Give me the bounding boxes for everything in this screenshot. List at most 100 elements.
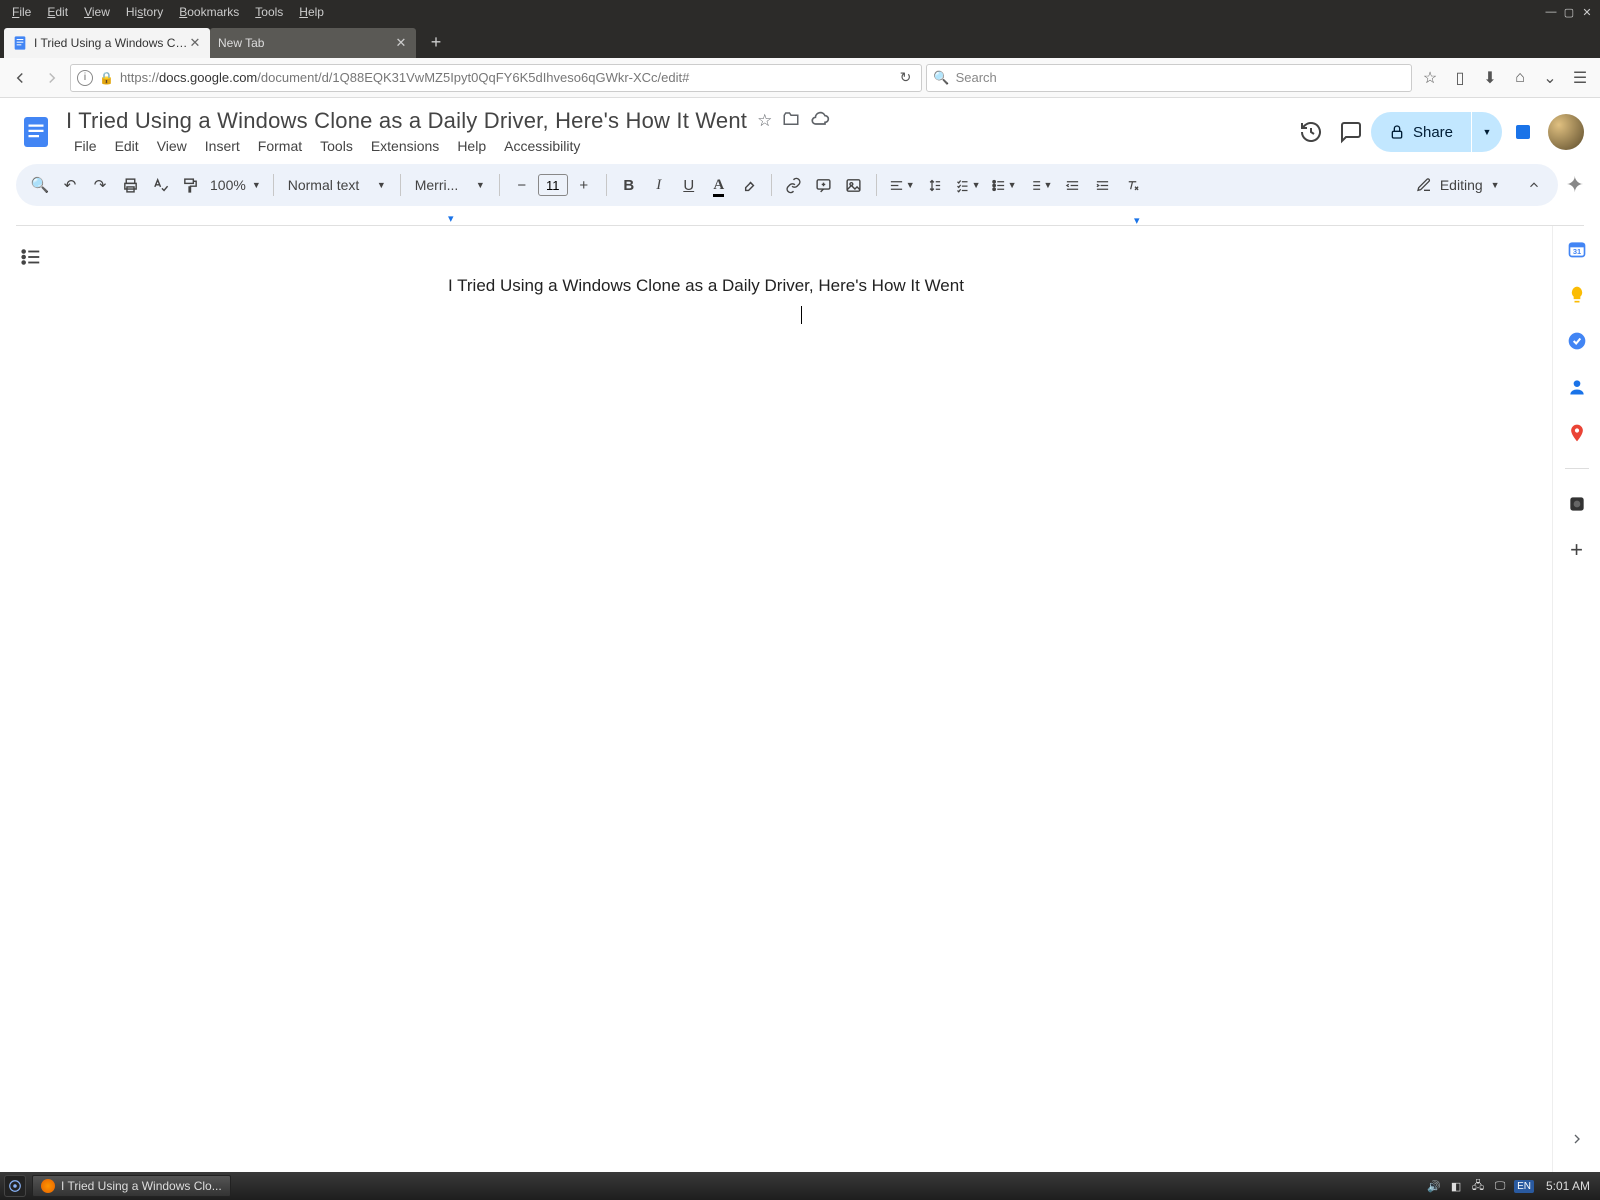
os-menu-help[interactable]: Help (291, 5, 332, 19)
decrease-indent-button[interactable] (1058, 171, 1086, 199)
document-title[interactable]: I Tried Using a Windows Clone as a Daily… (66, 108, 747, 134)
decrease-fontsize-button[interactable]: − (508, 171, 536, 199)
browser-search-bar[interactable]: 🔍 Search (926, 64, 1412, 92)
os-menu-view[interactable]: View (76, 5, 118, 19)
forward-button[interactable] (38, 64, 66, 92)
language-indicator[interactable]: EN (1514, 1180, 1534, 1193)
share-dropdown-button[interactable]: ▼ (1472, 112, 1502, 152)
keep-icon[interactable] (1566, 284, 1588, 306)
ruler[interactable]: ▾ ▾ (16, 210, 1584, 226)
numbered-list-button[interactable]: ▼ (1023, 171, 1057, 199)
get-addons-icon[interactable]: + (1566, 539, 1588, 561)
add-comment-button[interactable] (810, 171, 838, 199)
collapse-toolbar-button[interactable] (1520, 171, 1548, 199)
version-history-icon[interactable] (1291, 112, 1331, 152)
window-close-button[interactable]: ✕ (1580, 5, 1594, 19)
font-size-input[interactable]: 11 (538, 174, 568, 196)
site-info-icon[interactable]: i (77, 70, 93, 86)
calendar-icon[interactable]: 31 (1566, 238, 1588, 260)
editing-mode-select[interactable]: Editing ▼ (1406, 177, 1510, 193)
insert-link-button[interactable] (780, 171, 808, 199)
menu-file[interactable]: File (66, 136, 105, 156)
bulleted-list-button[interactable]: ▼ (987, 171, 1021, 199)
taskbar-app-firefox[interactable]: I Tried Using a Windows Clo... (32, 1175, 231, 1197)
bookmark-star-button[interactable]: ☆ (1416, 64, 1444, 92)
cloud-status-icon[interactable] (810, 109, 830, 134)
align-button[interactable]: ▼ (885, 171, 919, 199)
move-document-icon[interactable] (782, 110, 800, 133)
new-tab-button[interactable]: + (422, 28, 450, 56)
menu-help[interactable]: Help (449, 136, 494, 156)
redo-button[interactable]: ↷ (86, 171, 114, 199)
highlight-color-button[interactable] (735, 171, 763, 199)
share-button[interactable]: Share (1371, 112, 1471, 152)
browser-tab-inactive[interactable]: New Tab ✕ (210, 28, 416, 58)
paint-format-button[interactable] (176, 171, 204, 199)
maps-icon[interactable] (1566, 422, 1588, 444)
font-family-select[interactable]: Merri...▼ (409, 177, 491, 193)
menu-edit[interactable]: Edit (107, 136, 147, 156)
menu-accessibility[interactable]: Accessibility (496, 136, 588, 156)
svg-text:31: 31 (1572, 247, 1580, 256)
addon-icon[interactable] (1566, 493, 1588, 515)
checklist-button[interactable]: ▼ (951, 171, 985, 199)
hamburger-menu-button[interactable]: ☰ (1566, 64, 1594, 92)
os-menu-history[interactable]: History (118, 5, 171, 19)
url-bar[interactable]: i 🔒 https://docs.google.com/document/d/1… (70, 64, 922, 92)
text-color-button[interactable]: A (705, 171, 733, 199)
gemini-star-icon[interactable]: ✦ (1566, 172, 1584, 198)
network-icon[interactable]: 🖧 (1470, 1178, 1486, 1194)
document-body-text[interactable]: I Tried Using a Windows Clone as a Daily… (420, 276, 1180, 296)
browser-tab-active[interactable]: I Tried Using a Windows Clon... ✕ (4, 28, 210, 58)
tab-close-icon[interactable]: ✕ (394, 35, 408, 51)
window-minimize-button[interactable]: — (1544, 5, 1558, 19)
tab-close-icon[interactable]: ✕ (188, 35, 202, 51)
account-avatar[interactable] (1548, 114, 1584, 150)
volume-icon[interactable]: 🔊 (1426, 1178, 1442, 1194)
italic-button[interactable]: I (645, 171, 673, 199)
window-maximize-button[interactable]: ▢ (1562, 5, 1576, 19)
search-menus-icon[interactable]: 🔍 (26, 171, 54, 199)
line-spacing-button[interactable] (921, 171, 949, 199)
increase-indent-button[interactable] (1088, 171, 1116, 199)
menu-extensions[interactable]: Extensions (363, 136, 447, 156)
tray-app-icon[interactable]: ◧ (1448, 1178, 1464, 1194)
menu-view[interactable]: View (149, 136, 195, 156)
bold-button[interactable]: B (615, 171, 643, 199)
spellcheck-button[interactable] (146, 171, 174, 199)
indent-marker-left-icon[interactable]: ▾ (448, 212, 454, 225)
print-button[interactable] (116, 171, 144, 199)
display-icon[interactable]: 🖵 (1492, 1178, 1508, 1194)
library-button[interactable]: ▯ (1446, 64, 1474, 92)
document-outline-icon[interactable] (20, 246, 42, 273)
star-document-icon[interactable]: ☆ (757, 111, 772, 131)
menu-tools[interactable]: Tools (312, 136, 361, 156)
home-button[interactable]: ⌂ (1506, 64, 1534, 92)
hide-sidepanel-icon[interactable] (1569, 1131, 1585, 1152)
reload-icon[interactable]: ↻ (896, 69, 916, 86)
downloads-button[interactable]: ⬇ (1476, 64, 1504, 92)
clear-formatting-button[interactable] (1118, 171, 1146, 199)
menu-format[interactable]: Format (250, 136, 310, 156)
os-menu-bookmarks[interactable]: Bookmarks (171, 5, 247, 19)
tasks-icon[interactable] (1566, 330, 1588, 352)
undo-button[interactable]: ↶ (56, 171, 84, 199)
clock[interactable]: 5:01 AM (1546, 1179, 1590, 1193)
zoom-select[interactable]: 100%▼ (206, 177, 265, 193)
os-menu-edit[interactable]: Edit (39, 5, 76, 19)
docs-logo-icon[interactable] (16, 112, 56, 152)
pocket-button[interactable]: ⌄ (1536, 64, 1564, 92)
contacts-icon[interactable] (1566, 376, 1588, 398)
os-menu-file[interactable]: File (4, 5, 39, 19)
underline-button[interactable]: U (675, 171, 703, 199)
back-button[interactable] (6, 64, 34, 92)
gemini-indicator-icon[interactable] (1516, 125, 1530, 139)
menu-insert[interactable]: Insert (197, 136, 248, 156)
increase-fontsize-button[interactable]: + (570, 171, 598, 199)
comments-icon[interactable] (1331, 112, 1371, 152)
os-menu-tools[interactable]: Tools (247, 5, 291, 19)
document-page[interactable]: I Tried Using a Windows Clone as a Daily… (420, 256, 1180, 1172)
paragraph-style-select[interactable]: Normal text▼ (282, 177, 392, 193)
insert-image-button[interactable] (840, 171, 868, 199)
start-menu-button[interactable] (4, 1175, 26, 1197)
